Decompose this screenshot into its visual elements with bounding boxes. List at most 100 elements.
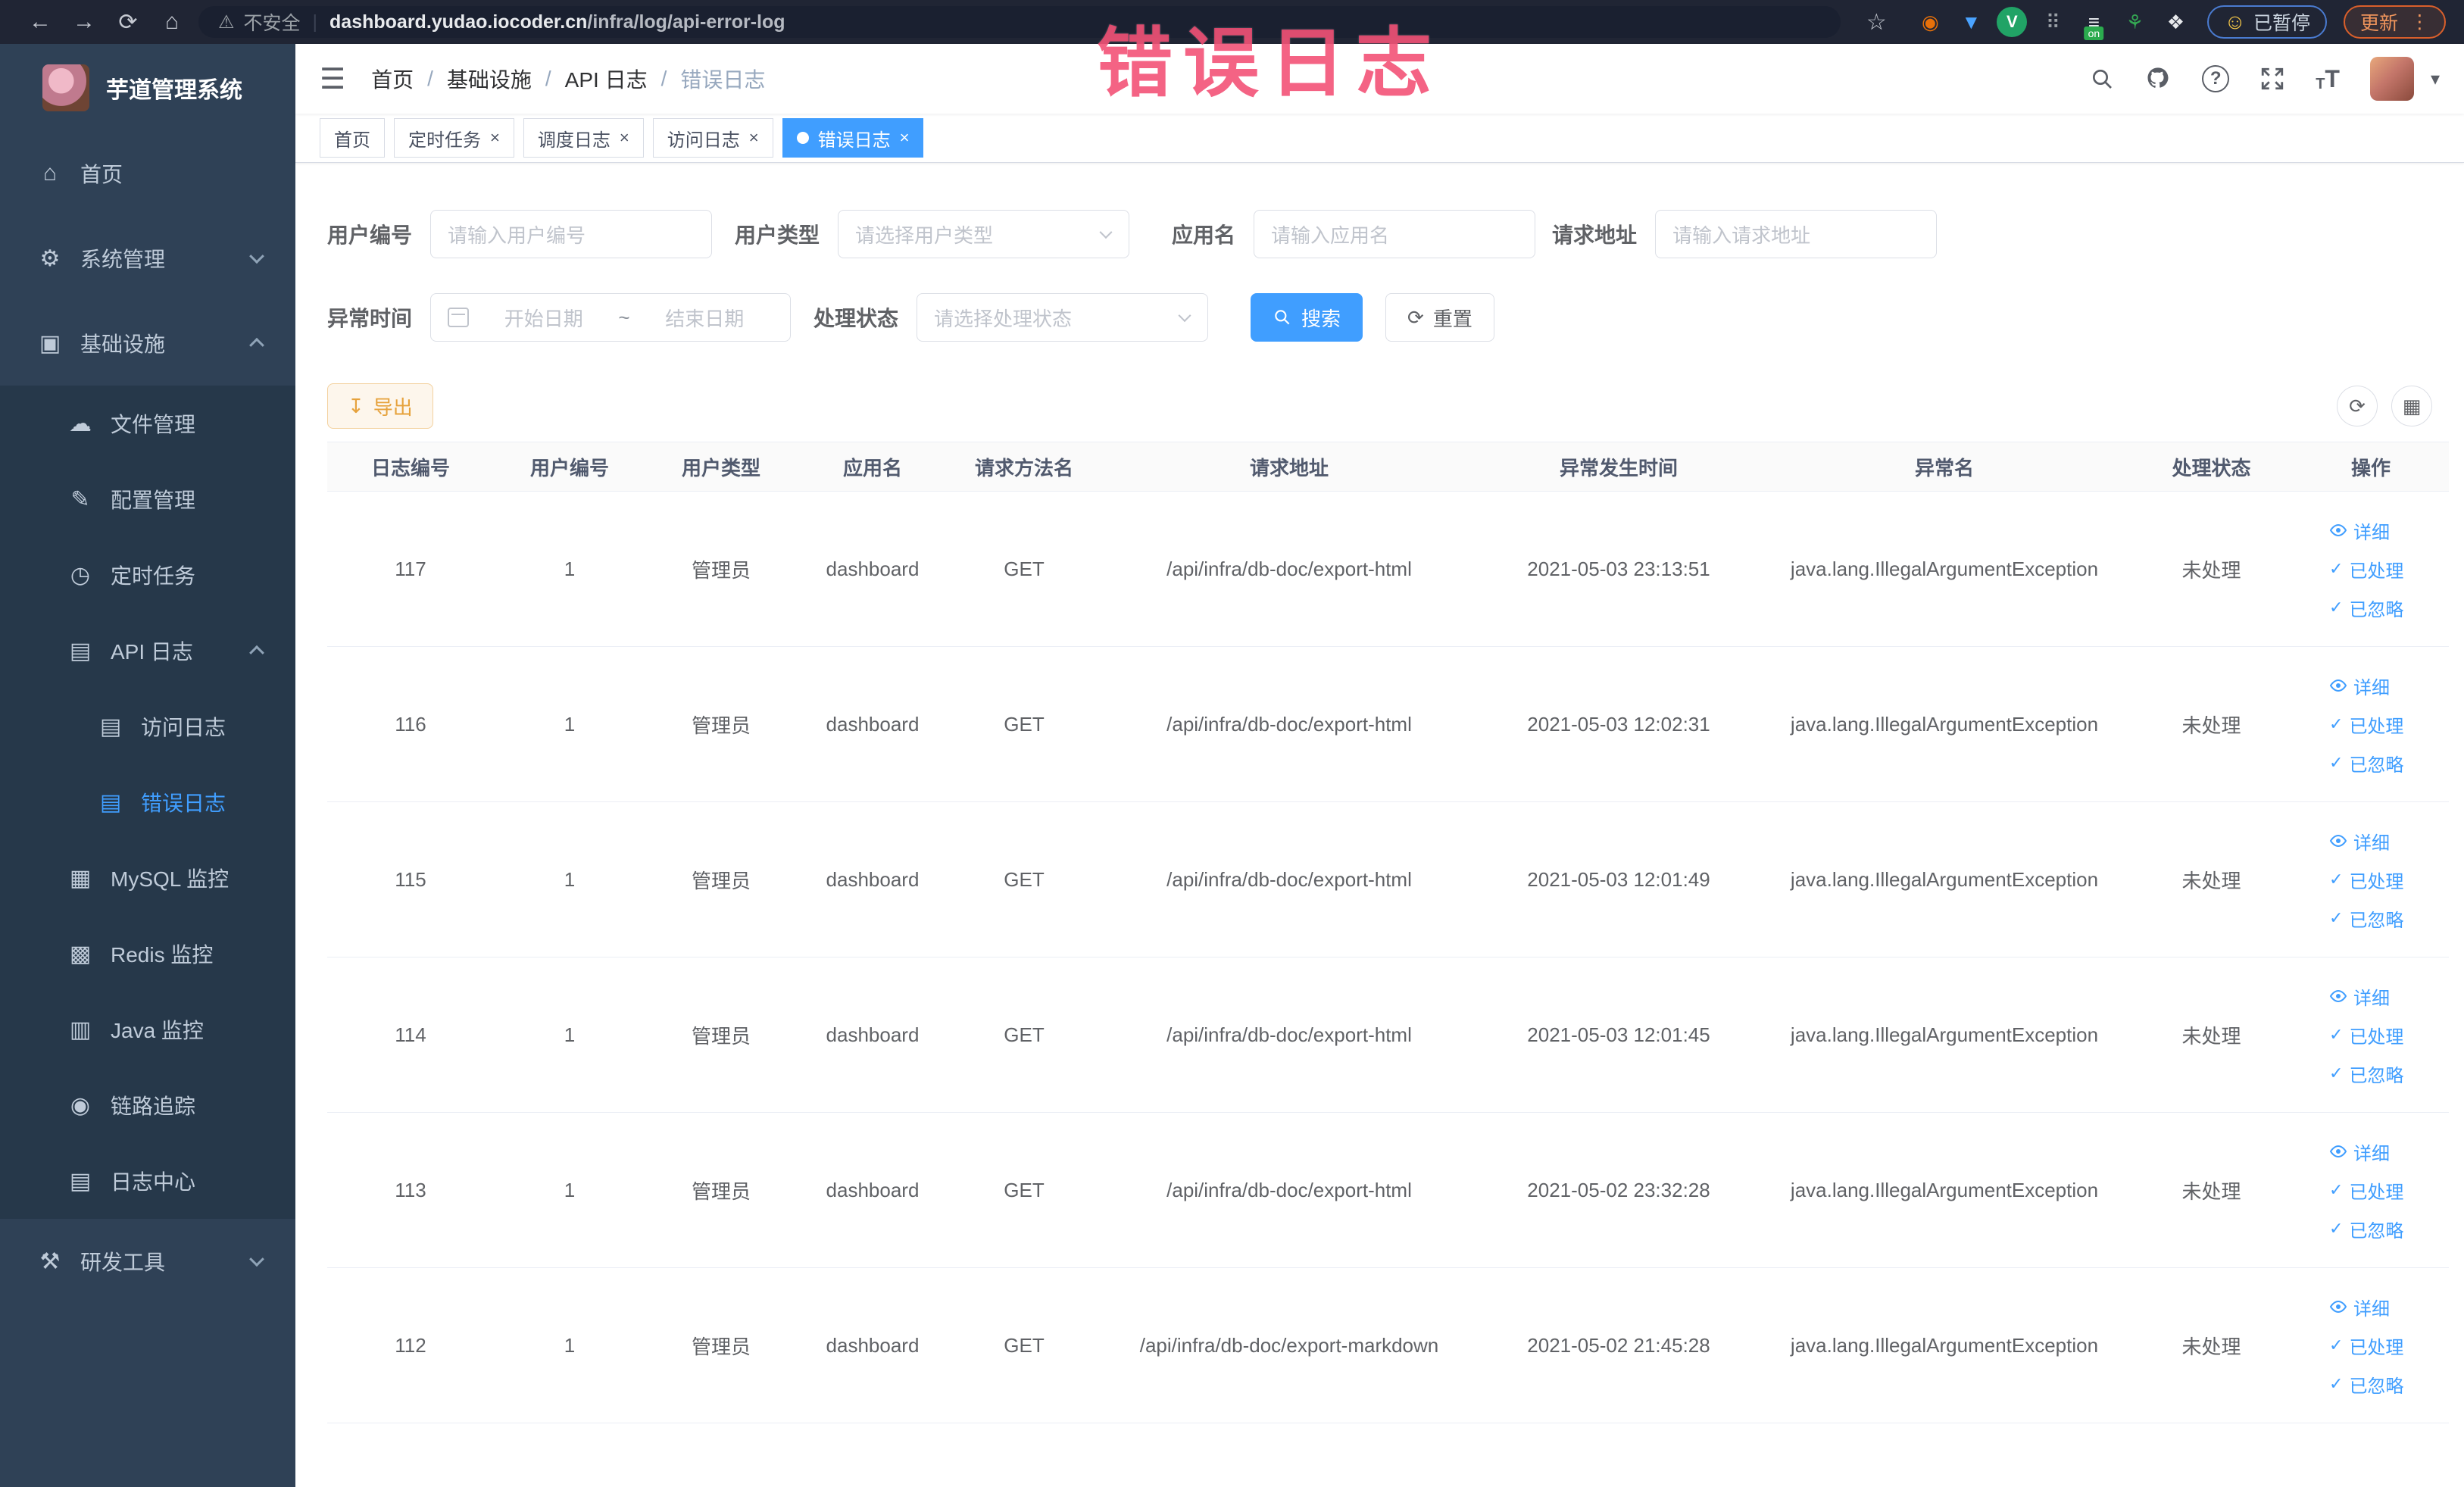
cell-user-id: 1 [564, 1023, 576, 1046]
tag-访问日志[interactable]: 访问日志 × [652, 118, 773, 158]
close-icon[interactable]: × [620, 128, 629, 148]
sidebar-logo[interactable]: 芋道管理系统 [0, 44, 295, 131]
cell-request-url: /api/infra/db-doc/export-html [1166, 557, 1412, 580]
mark-ignored-link[interactable]: ✓ 已忽略 [2329, 1061, 2403, 1087]
extension-puzzle-icon[interactable]: ❖ [2160, 7, 2191, 37]
extension-shield-icon[interactable]: ▼ [1956, 7, 1986, 37]
breadcrumb-item[interactable]: 基础设施 [447, 64, 532, 94]
sidebar-item-error-logs[interactable]: ▤ 错误日志 [0, 764, 295, 840]
sidebar-item-mysql-monitor[interactable]: ▦ MySQL 监控 [0, 840, 295, 916]
sidebar-item-trace[interactable]: ◉ 链路追踪 [0, 1067, 295, 1143]
eye-icon [2329, 523, 2347, 537]
breadcrumb-item[interactable]: API 日志 [565, 64, 648, 94]
tag-定时任务[interactable]: 定时任务 × [394, 118, 514, 158]
sidebar-item-infrastructure[interactable]: ▣ 基础设施 [0, 301, 295, 386]
cell-request-url: /api/infra/db-doc/export-html [1166, 1023, 1412, 1046]
detail-link[interactable]: 详细 [2329, 673, 2390, 699]
mark-ignored-link[interactable]: ✓ 已忽略 [2329, 750, 2403, 776]
tag-调度日志[interactable]: 调度日志 × [523, 118, 644, 158]
browser-menu-icon[interactable]: ⋮ [2410, 11, 2429, 33]
mark-processed-link[interactable]: ✓ 已处理 [2329, 711, 2403, 738]
mark-processed-link[interactable]: ✓ 已处理 [2329, 556, 2403, 583]
paused-badge[interactable]: ☺ 已暂停 [2207, 5, 2327, 39]
cell-method: GET [1004, 867, 1045, 891]
font-size-icon[interactable]: TT [2316, 65, 2340, 93]
sidebar-item-config-management[interactable]: ✎ 配置管理 [0, 461, 295, 537]
sidebar-item-log-center[interactable]: ▤ 日志中心 [0, 1143, 295, 1219]
reset-button[interactable]: ⟳ 重置 [1385, 293, 1494, 342]
column-settings-button[interactable]: ▦ [2391, 386, 2432, 426]
sidebar-item-java-monitor[interactable]: ▥ Java 监控 [0, 992, 295, 1067]
extension-grid-icon[interactable]: ⠿ [2038, 7, 2068, 37]
detail-link[interactable]: 详细 [2329, 983, 2390, 1010]
mark-ignored-link[interactable]: ✓ 已忽略 [2329, 1216, 2403, 1242]
chevron-up-icon [249, 337, 264, 353]
extension-orange-ring-icon[interactable]: ◉ [1915, 7, 1945, 37]
fullscreen-icon[interactable] [2259, 66, 2285, 92]
detail-link[interactable]: 详细 [2329, 1139, 2390, 1165]
cell-user-type: 管理员 [691, 1024, 751, 1048]
column-header: 日志编号 [370, 456, 450, 480]
breadcrumb-separator: / [661, 67, 667, 90]
sidebar-item-redis-monitor[interactable]: ▩ Redis 监控 [0, 916, 295, 992]
mark-processed-link[interactable]: ✓ 已处理 [2329, 1177, 2403, 1204]
cell-app-name: dashboard [826, 1023, 920, 1046]
home-icon[interactable]: ⌂ [150, 9, 194, 35]
address-bar[interactable]: ⚠ 不安全 | dashboard.yudao.iocoder.cn /infr… [198, 6, 1841, 38]
detail-link[interactable]: 详细 [2329, 828, 2390, 854]
close-icon[interactable]: × [490, 128, 500, 148]
mark-ignored-link[interactable]: ✓ 已忽略 [2329, 1371, 2403, 1398]
search-icon [1275, 310, 1290, 325]
exception-time-range-picker[interactable]: 开始日期 ~ 结束日期 [430, 293, 792, 342]
cell-user-type: 管理员 [691, 714, 751, 737]
cell-exception-name: java.lang.IllegalArgumentException [1790, 712, 2099, 736]
update-button[interactable]: 更新 ⋮ [2343, 5, 2446, 39]
sidebar-item-access-logs[interactable]: ▤ 访问日志 [0, 689, 295, 764]
github-icon[interactable] [2144, 65, 2172, 92]
mark-processed-link[interactable]: ✓ 已处理 [2329, 867, 2403, 893]
search-icon[interactable] [2090, 67, 2114, 91]
mark-processed-link[interactable]: ✓ 已处理 [2329, 1022, 2403, 1048]
sidebar-item-api-logs[interactable]: ▤ API 日志 [0, 613, 295, 689]
column-header: 应用名 [842, 456, 902, 480]
mark-ignored-link[interactable]: ✓ 已忽略 [2329, 595, 2403, 621]
annotation-error-log: 错误日志 [1097, 21, 1442, 106]
back-icon[interactable]: ← [18, 9, 62, 35]
sidebar-item-file-management[interactable]: ☁ 文件管理 [0, 386, 295, 461]
close-icon[interactable]: × [749, 128, 759, 148]
avatar[interactable] [2369, 57, 2414, 101]
sidebar-item-dev-tools[interactable]: ⚒ 研发工具 [0, 1219, 295, 1304]
search-button[interactable]: 搜索 [1251, 293, 1363, 342]
app-name-input[interactable]: 请输入应用名 [1254, 210, 1536, 258]
hamburger-icon[interactable]: ☰ [320, 62, 345, 96]
tag-错误日志[interactable]: 错误日志 × [782, 118, 924, 158]
mark-processed-link[interactable]: ✓ 已处理 [2329, 1332, 2403, 1359]
chevron-down-icon[interactable]: ▾ [2431, 68, 2440, 90]
sidebar-item-system-management[interactable]: ⚙ 系统管理 [0, 216, 295, 301]
breadcrumb: 首页 / 基础设施 / API 日志 / 错误日志 [371, 64, 765, 94]
extension-v-circle-icon[interactable]: V [1997, 7, 2028, 37]
close-icon[interactable]: × [900, 128, 910, 148]
sidebar-item-home[interactable]: ⌂ 首页 [0, 131, 295, 216]
detail-link[interactable]: 详细 [2329, 517, 2390, 544]
bookmark-star-icon[interactable]: ☆ [1854, 9, 1898, 36]
help-icon[interactable]: ? [2202, 65, 2230, 92]
request-url-input[interactable]: 请输入请求地址 [1655, 210, 1938, 258]
user-type-select[interactable]: 请选择用户类型 [838, 210, 1130, 258]
tag-首页[interactable]: 首页 [320, 118, 385, 158]
extension-sprout-icon[interactable]: ⚘ [2119, 7, 2150, 37]
reload-icon[interactable]: ⟳ [106, 9, 150, 36]
refresh-button[interactable]: ⟳ [2337, 386, 2378, 426]
cell-user-id: 1 [564, 557, 576, 580]
extension-onoff-icon[interactable]: ≡ on [2078, 7, 2109, 40]
process-status-select[interactable]: 请选择处理状态 [917, 293, 1209, 342]
breadcrumb-item[interactable]: 首页 [371, 64, 414, 94]
forward-icon[interactable]: → [62, 9, 106, 35]
user-id-input[interactable]: 请输入用户编号 [430, 210, 713, 258]
sidebar-item-scheduled-tasks[interactable]: ◷ 定时任务 [0, 537, 295, 613]
mark-ignored-link[interactable]: ✓ 已忽略 [2329, 905, 2403, 932]
chevron-down-icon [1178, 309, 1191, 323]
detail-link[interactable]: 详细 [2329, 1294, 2390, 1320]
error-log-table: 日志编号 用户编号 用户类型 应用名 请求方法名 请求地址 异常发生时间 异常名 处理状态 操作 … [327, 442, 2449, 1423]
export-button[interactable]: ↧ 导出 [327, 383, 433, 429]
